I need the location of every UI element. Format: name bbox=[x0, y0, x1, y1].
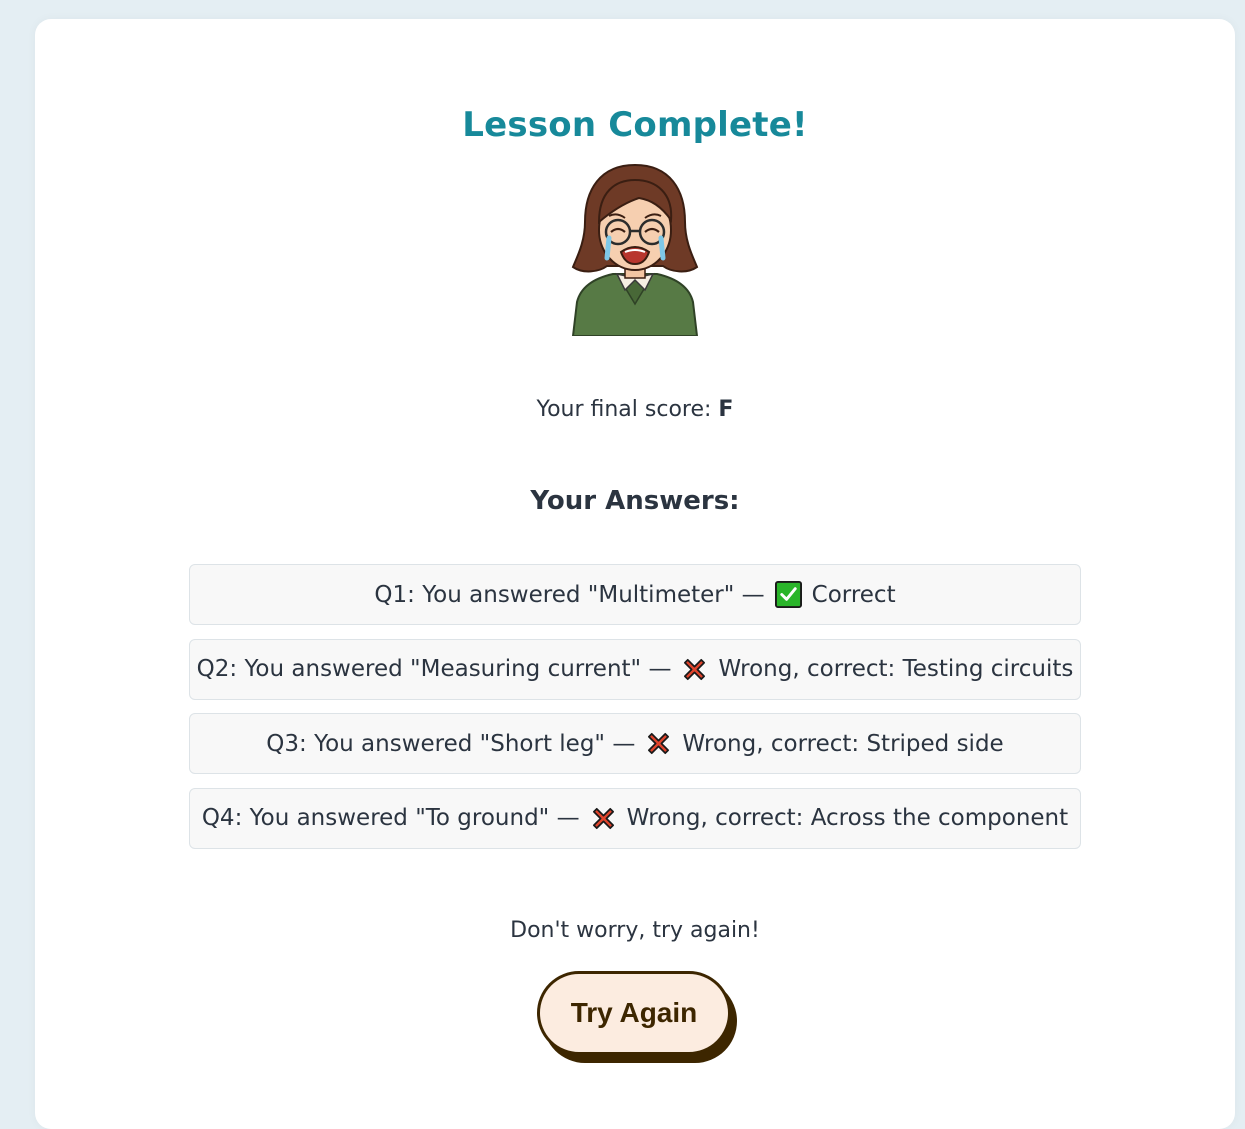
answer-prefix: Q3: You answered "Short leg" — bbox=[266, 730, 636, 757]
encouragement-message: Don't worry, try again! bbox=[510, 918, 760, 943]
page-title: Lesson Complete! bbox=[462, 105, 808, 145]
answer-row: Q1: You answered "Multimeter" — Correct bbox=[189, 564, 1081, 625]
answer-row: Q3: You answered "Short leg" — Wrong, co… bbox=[189, 713, 1081, 774]
cross-icon bbox=[592, 807, 614, 829]
answer-prefix: Q4: You answered "To ground" — bbox=[201, 805, 580, 831]
answer-prefix: Q2: You answered "Measuring current" — bbox=[196, 656, 672, 682]
answers-heading: Your Answers: bbox=[530, 486, 740, 516]
final-score: Your final score: F bbox=[35, 397, 1235, 422]
try-again-button[interactable]: Try Again bbox=[537, 971, 731, 1055]
crying-teacher-avatar bbox=[571, 163, 699, 336]
final-score-grade: F bbox=[718, 397, 734, 422]
answers-list: Q1: You answered "Multimeter" — Correct … bbox=[189, 564, 1081, 862]
answer-prefix: Q1: You answered "Multimeter" — bbox=[374, 581, 765, 608]
check-icon bbox=[774, 581, 802, 608]
answer-row: Q4: You answered "To ground" — Wrong, co… bbox=[189, 787, 1081, 849]
answer-result: Correct bbox=[811, 581, 896, 608]
answer-row: Q2: You answered "Measuring current" — W… bbox=[189, 638, 1081, 700]
answer-result: Wrong, correct: Striped side bbox=[682, 730, 1004, 757]
answer-result: Wrong, correct: Testing circuits bbox=[718, 656, 1074, 682]
final-score-label: Your final score: bbox=[536, 397, 719, 422]
cross-icon bbox=[648, 732, 670, 755]
try-again-button-wrapper: Try Again bbox=[537, 971, 739, 1065]
cross-icon bbox=[684, 658, 706, 680]
answer-result: Wrong, correct: Across the component bbox=[626, 805, 1069, 831]
lesson-complete-card: Lesson Complete! Your final score: F You… bbox=[35, 19, 1235, 1129]
